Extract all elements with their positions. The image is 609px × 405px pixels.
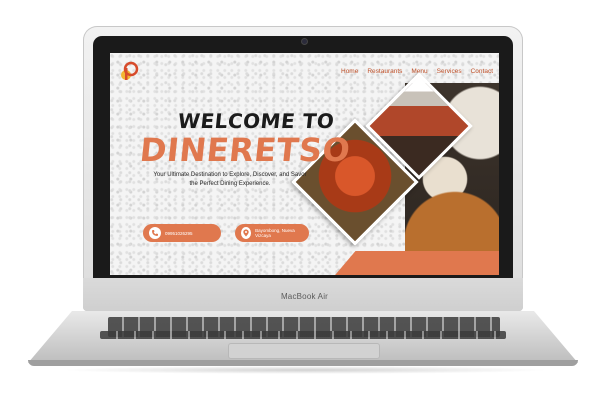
brand-label: MacBook Air (280, 292, 329, 301)
site-title: DINERETSO (138, 131, 353, 169)
nav-restaurants[interactable]: Restaurants (367, 68, 402, 75)
trackpad (228, 343, 380, 359)
map-pin-icon (241, 227, 252, 239)
logo-icon[interactable] (118, 61, 140, 83)
phone-icon (149, 227, 161, 239)
welcome-heading: WELCOME TO (176, 109, 336, 133)
laptop-base-edge (28, 360, 578, 366)
location-text: Bayombong, Nueva Vizcaya (255, 228, 295, 238)
nav-services[interactable]: Services (437, 68, 462, 75)
nav-home[interactable]: Home (341, 68, 358, 75)
camera-icon (302, 39, 307, 44)
location-button[interactable]: Bayombong, Nueva Vizcaya (235, 224, 309, 242)
phone-number: 09951026295 (165, 230, 193, 236)
laptop-shadow (60, 366, 550, 374)
website-screen: Home Restaurants Menu Services Contact W… (110, 53, 499, 275)
phone-button[interactable]: 09951026295 (143, 224, 221, 242)
accent-band (330, 251, 499, 275)
keyboard-row (100, 331, 506, 339)
nav-contact[interactable]: Contact (471, 68, 493, 75)
tagline: Your Ultimate Destination to Explore, Di… (153, 172, 307, 187)
